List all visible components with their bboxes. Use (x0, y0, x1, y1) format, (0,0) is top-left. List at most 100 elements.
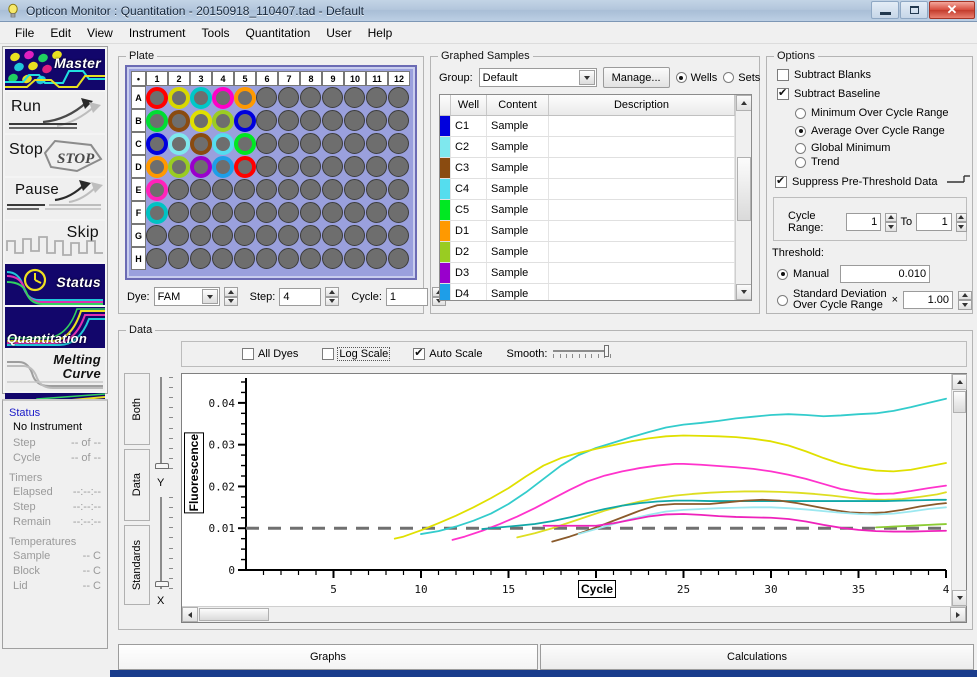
threshold-manual-input[interactable]: 0.010 (840, 265, 931, 283)
step-stepper[interactable] (325, 287, 340, 306)
menu-instrument[interactable]: Instrument (121, 24, 194, 42)
row-description[interactable] (549, 179, 735, 199)
wells-radio-dot[interactable] (675, 72, 687, 83)
menu-help[interactable]: Help (360, 24, 401, 42)
subtract-baseline-checkbox[interactable]: Subtract Baseline (777, 86, 880, 100)
plate-column-header-1[interactable]: 1 (146, 71, 168, 86)
chart-container[interactable]: 00.010.020.030.0451015202530354 Fluoresc… (181, 373, 967, 623)
plate-well-B12[interactable] (388, 110, 409, 131)
plate-well-F5[interactable] (234, 202, 255, 223)
maximize-button[interactable] (900, 1, 928, 19)
plate-well-H9[interactable] (322, 248, 343, 269)
plate-well-B4[interactable] (212, 110, 234, 132)
tab-data[interactable]: Data (124, 449, 150, 521)
stddev-down[interactable] (958, 300, 972, 310)
y-slider-knob[interactable] (155, 463, 169, 469)
plate-row-header-C[interactable]: C (131, 132, 146, 155)
plate-well-F10[interactable] (344, 202, 365, 223)
chevron-down-icon[interactable] (201, 289, 218, 304)
plate-well-F9[interactable] (322, 202, 343, 223)
step-stepper-up[interactable] (325, 287, 340, 297)
plate-well-E11[interactable] (366, 179, 387, 200)
all-dyes-box[interactable] (242, 348, 254, 360)
plate-column-header-7[interactable]: 7 (278, 71, 300, 86)
plate-well-B3[interactable] (190, 110, 212, 132)
chart-horizontal-scrollbar[interactable] (182, 606, 966, 622)
plate-well-C6[interactable] (256, 133, 277, 154)
cycle-range-to-input[interactable]: 1 (916, 213, 952, 231)
plate-well-C11[interactable] (366, 133, 387, 154)
table-row[interactable]: C1 Sample (440, 116, 751, 137)
plate-well-C5[interactable] (234, 133, 256, 155)
dye-stepper-up[interactable] (223, 287, 238, 297)
sets-radio-dot[interactable] (723, 72, 735, 83)
plate-row-header-D[interactable]: D (131, 155, 146, 178)
row-description[interactable] (549, 200, 735, 220)
group-select[interactable]: Default (478, 68, 597, 87)
plate-well-H7[interactable] (278, 248, 299, 269)
table-row[interactable]: C2 Sample (440, 137, 751, 158)
plate-well-F2[interactable] (168, 202, 189, 223)
threshold-stddev-dot[interactable] (777, 294, 788, 306)
threshold-manual-dot[interactable] (777, 268, 788, 280)
plate-well-B2[interactable] (168, 110, 190, 132)
sidebar-item-status[interactable]: Status (5, 264, 105, 305)
cycle-range-to-up[interactable] (955, 212, 968, 222)
plate-well-G7[interactable] (278, 225, 299, 246)
plate-well-A8[interactable] (300, 87, 321, 108)
plate-well-A6[interactable] (256, 87, 277, 108)
chart-hscroll-thumb[interactable] (199, 608, 269, 621)
plate-row-header-H[interactable]: H (131, 247, 146, 270)
manage-button[interactable]: Manage... (602, 67, 670, 88)
smooth-control[interactable]: Smooth: (506, 344, 612, 360)
plate-well-B5[interactable] (234, 110, 256, 132)
samples-scrollbar[interactable] (735, 95, 751, 300)
menu-file[interactable]: File (7, 24, 42, 42)
tab-both[interactable]: Both (124, 373, 150, 445)
row-description[interactable] (549, 263, 735, 283)
log-scale-box[interactable] (322, 348, 335, 360)
plate-well-D8[interactable] (300, 156, 321, 177)
smooth-slider-knob[interactable] (604, 344, 610, 357)
plate-well-G3[interactable] (190, 225, 211, 246)
plate-column-header-10[interactable]: 10 (344, 71, 366, 86)
plate-well-C7[interactable] (278, 133, 299, 154)
plate-well-E3[interactable] (190, 179, 211, 200)
subtract-blanks-checkbox[interactable]: Subtract Blanks (777, 69, 871, 81)
scroll-thumb[interactable] (737, 157, 751, 221)
wells-radio[interactable]: Wells (675, 72, 717, 84)
threshold-stddev-stepper[interactable] (958, 290, 972, 310)
plate-well-E5[interactable] (234, 179, 255, 200)
plate-well-C1[interactable] (146, 133, 168, 155)
threshold-manual-radio[interactable]: Manual 0.010 (777, 265, 931, 283)
plate-well-F12[interactable] (388, 202, 409, 223)
close-button[interactable]: ✕ (929, 1, 975, 19)
dye-stepper[interactable] (223, 287, 238, 306)
baseline-average-dot[interactable] (795, 125, 806, 137)
menu-tools[interactable]: Tools (194, 24, 238, 42)
plate-column-header-12[interactable]: 12 (388, 71, 410, 86)
plate-well-H1[interactable] (146, 248, 167, 269)
scroll-up-arrow[interactable] (736, 95, 751, 111)
plate-well-E10[interactable] (344, 179, 365, 200)
sidebar-item-melting-curve[interactable]: Melting Curve (5, 350, 105, 391)
plate-map[interactable]: • 1 2 3 4 5 6 7 8 9 10 11 12 A B C D E F G H (125, 65, 417, 280)
plate-well-G6[interactable] (256, 225, 277, 246)
plate-row-header-E[interactable]: E (131, 178, 146, 201)
cycle-input[interactable]: 1 (385, 287, 428, 306)
baseline-mode-global-minimum[interactable]: Global Minimum (795, 142, 890, 154)
step-input[interactable]: 4 (279, 287, 322, 306)
plate-well-A11[interactable] (366, 87, 387, 108)
sidebar-item-skip[interactable]: Skip (5, 221, 105, 262)
tab-graphs[interactable]: Graphs (118, 644, 538, 670)
menu-edit[interactable]: Edit (42, 24, 79, 42)
plate-well-G8[interactable] (300, 225, 321, 246)
plate-well-H5[interactable] (234, 248, 255, 269)
plate-well-G2[interactable] (168, 225, 189, 246)
chart-scroll-up-arrow[interactable] (952, 374, 967, 390)
plate-well-H2[interactable] (168, 248, 189, 269)
row-description[interactable] (549, 221, 735, 241)
plate-well-F4[interactable] (212, 202, 233, 223)
plate-well-D9[interactable] (322, 156, 343, 177)
sets-radio[interactable]: Sets (723, 72, 760, 84)
